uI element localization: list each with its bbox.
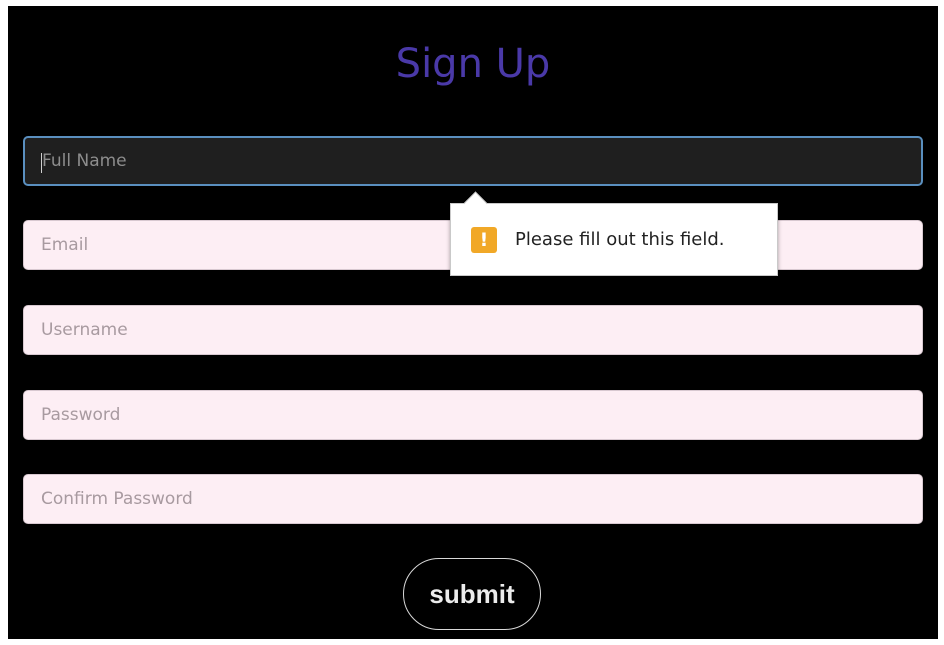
page-title: Sign Up <box>395 41 551 87</box>
username-input[interactable] <box>23 305 923 355</box>
tooltip-arrow <box>463 191 488 216</box>
validation-tooltip: ! Please fill out this field. <box>450 191 778 276</box>
validation-message: Please fill out this field. <box>515 229 725 250</box>
signup-panel: Sign Up submit ! Please fill out this fi… <box>8 6 938 639</box>
confirm-password-input[interactable] <box>23 474 923 524</box>
submit-button[interactable]: submit <box>403 558 541 630</box>
password-input[interactable] <box>23 390 923 440</box>
warning-icon: ! <box>471 226 497 253</box>
text-caret <box>41 153 42 173</box>
full-name-input[interactable] <box>23 136 923 186</box>
